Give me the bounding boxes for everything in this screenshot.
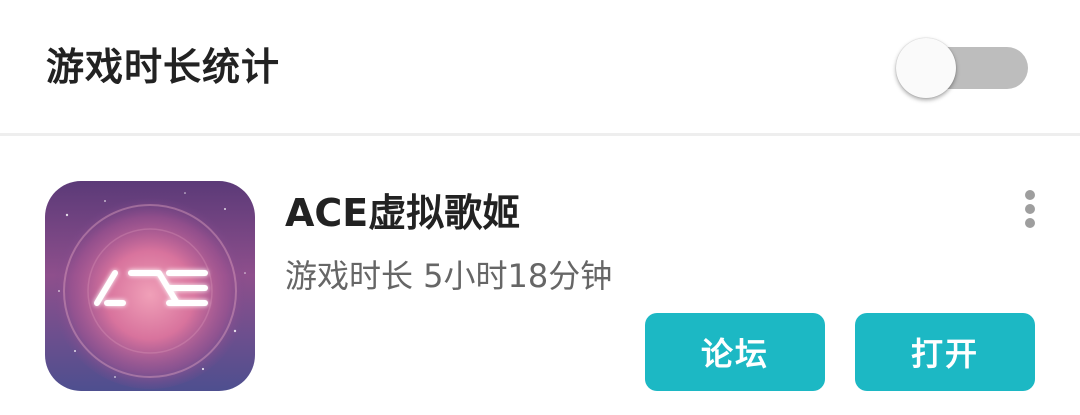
game-time-stats-header: 游戏时长统计: [0, 0, 1080, 133]
open-button[interactable]: 打开: [855, 313, 1035, 391]
app-name: ACE虚拟歌姬: [285, 191, 521, 235]
ace-logo-icon[interactable]: [45, 181, 255, 391]
divider: [0, 133, 1080, 136]
more-dot: [1025, 204, 1035, 214]
more-dot: [1025, 218, 1035, 228]
more-options-icon[interactable]: [1010, 186, 1050, 232]
more-dot: [1025, 190, 1035, 200]
page-title: 游戏时长统计: [46, 45, 281, 89]
ace-logo-graphic: [45, 181, 255, 391]
play-time-text: 游戏时长 5小时18分钟: [285, 257, 613, 295]
toggle-thumb[interactable]: [896, 38, 956, 98]
game-time-stats-toggle[interactable]: [896, 38, 1030, 98]
forum-button[interactable]: 论坛: [645, 313, 825, 391]
